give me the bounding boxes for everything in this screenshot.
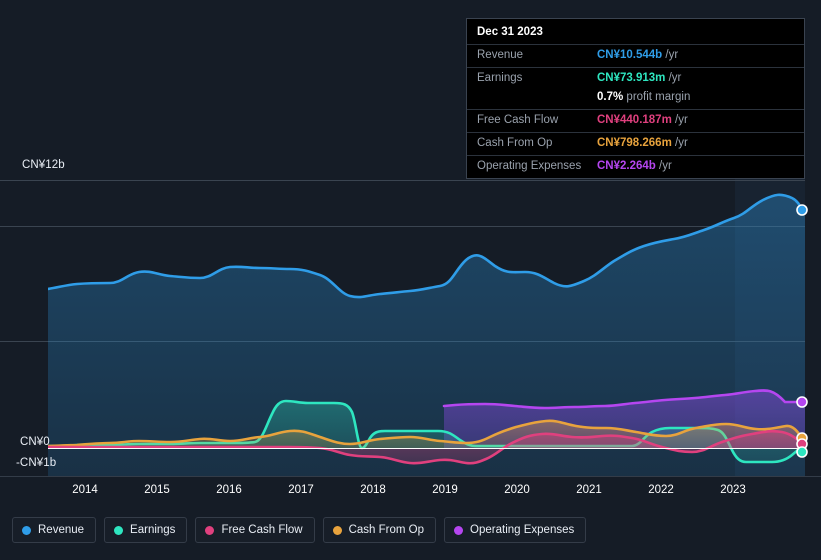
tooltip-row-operating-expenses: Operating Expenses CN¥2.264b /yr xyxy=(467,155,804,178)
tooltip-value-earnings: CN¥73.913m /yr xyxy=(597,72,681,84)
financial-chart: CN¥12b CN¥0 -CN¥1b 2014 2015 2016 2017 2… xyxy=(0,0,821,560)
legend-label-cash-from-op: Cash From Op xyxy=(348,524,425,536)
tooltip-label-revenue: Revenue xyxy=(477,49,524,61)
legend-item-operating-expenses[interactable]: Operating Expenses xyxy=(444,517,587,543)
legend-item-cash-from-op[interactable]: Cash From Op xyxy=(322,517,437,543)
free-cash-flow-color-dot-icon xyxy=(205,525,215,535)
revenue-endpoint-marker xyxy=(796,204,808,216)
x-tick-2016: 2016 xyxy=(216,484,242,496)
x-tick-2015: 2015 xyxy=(144,484,170,496)
tooltip-row-profit-margin: 0.7% profit margin xyxy=(467,90,804,109)
tooltip-value-free-cash-flow: CN¥440.187m /yr xyxy=(597,114,688,126)
tooltip-amount-operating-expenses: CN¥2.264b xyxy=(597,160,656,172)
tooltip-label-earnings: Earnings xyxy=(477,72,523,84)
tooltip-amount-cash-from-op: CN¥798.266m xyxy=(597,137,672,149)
legend-label-earnings: Earnings xyxy=(130,524,176,536)
x-tick-2022: 2022 xyxy=(648,484,674,496)
chart-legend: Revenue Earnings Free Cash Flow Cash Fro… xyxy=(12,517,587,543)
x-tick-2018: 2018 xyxy=(360,484,386,496)
cash-from-op-color-dot-icon xyxy=(332,525,342,535)
revenue-color-dot-icon xyxy=(22,525,31,535)
tooltip-label-free-cash-flow: Free Cash Flow xyxy=(477,114,559,126)
x-tick-2020: 2020 xyxy=(504,484,530,496)
legend-label-operating-expenses: Operating Expenses xyxy=(470,524,575,536)
legend-item-earnings[interactable]: Earnings xyxy=(104,517,188,543)
x-tick-2023: 2023 xyxy=(720,484,746,496)
tooltip-amount-earnings: CN¥73.913m xyxy=(597,72,666,84)
tooltip-date: Dec 31 2023 xyxy=(477,26,543,38)
legend-item-revenue[interactable]: Revenue xyxy=(12,517,97,543)
legend-item-free-cash-flow[interactable]: Free Cash Flow xyxy=(195,517,315,543)
tooltip-amount-revenue: CN¥10.544b xyxy=(597,49,663,61)
tooltip-unit-cash-from-op: /yr xyxy=(675,137,688,149)
tooltip-unit-free-cash-flow: /yr xyxy=(675,114,688,126)
tooltip-row-free-cash-flow: Free Cash Flow CN¥440.187m /yr xyxy=(467,109,804,132)
tooltip-value-cash-from-op: CN¥798.266m /yr xyxy=(597,137,688,149)
data-tooltip: Dec 31 2023 Revenue CN¥10.544b /yr Earni… xyxy=(466,18,805,179)
tooltip-value-revenue: CN¥10.544b /yr xyxy=(597,49,678,61)
tooltip-row-cash-from-op: Cash From Op CN¥798.266m /yr xyxy=(467,132,804,155)
tooltip-unit-operating-expenses: /yr xyxy=(659,160,672,172)
tooltip-unit-revenue: /yr xyxy=(665,49,679,61)
tooltip-unit-earnings: /yr xyxy=(668,72,682,84)
earnings-endpoint-marker xyxy=(796,446,808,458)
tooltip-amount-free-cash-flow: CN¥440.187m xyxy=(597,114,672,126)
x-tick-2014: 2014 xyxy=(72,484,98,496)
tooltip-row-earnings: Earnings CN¥73.913m /yr xyxy=(467,67,804,90)
legend-label-revenue: Revenue xyxy=(38,524,85,536)
tooltip-label-cash-from-op: Cash From Op xyxy=(477,137,553,149)
tooltip-unit-profit-margin: profit margin xyxy=(626,91,691,103)
earnings-color-dot-icon xyxy=(114,525,124,535)
tooltip-value-operating-expenses: CN¥2.264b /yr xyxy=(597,160,672,172)
tooltip-row-revenue: Revenue CN¥10.544b /yr xyxy=(467,44,804,67)
tooltip-label-operating-expenses: Operating Expenses xyxy=(477,160,582,172)
x-tick-2017: 2017 xyxy=(288,484,314,496)
x-tick-2019: 2019 xyxy=(432,484,458,496)
tooltip-value-profit-margin: 0.7% profit margin xyxy=(597,91,690,103)
tooltip-amount-profit-margin: 0.7% xyxy=(597,91,624,103)
legend-label-free-cash-flow: Free Cash Flow xyxy=(221,524,303,536)
operating-expenses-color-dot-icon xyxy=(454,525,464,535)
opex-endpoint-marker xyxy=(796,396,808,408)
x-tick-2021: 2021 xyxy=(576,484,602,496)
